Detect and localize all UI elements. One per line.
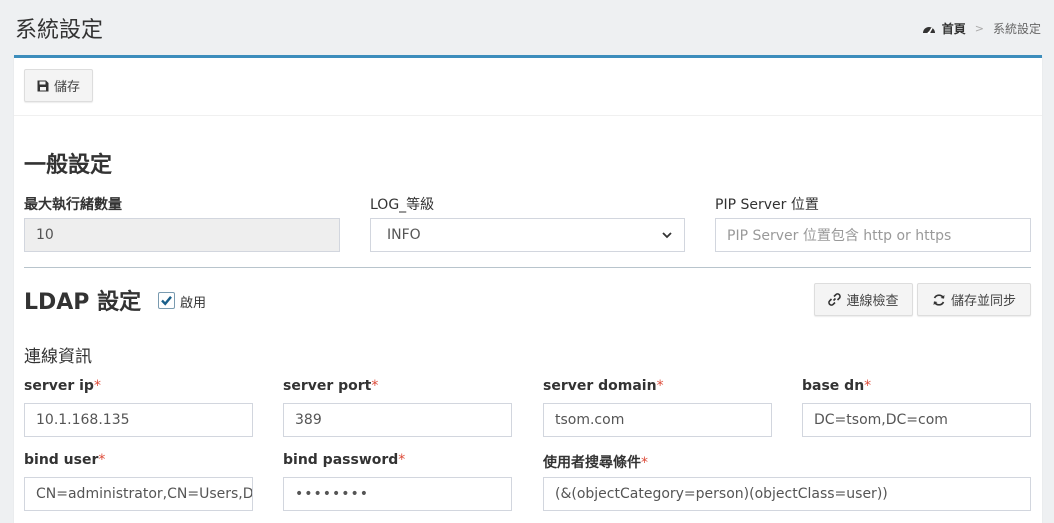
required-marker: * [98, 452, 106, 468]
general-section-title: 一般設定 [24, 153, 113, 178]
bind-user-value: CN=administrator,CN=Users,D [36, 486, 253, 502]
bind-password-label: bind password* [283, 452, 406, 468]
connection-check-label: 連線檢查 [846, 294, 899, 309]
server-port-label: server port* [283, 378, 379, 394]
server-ip-label: server ip* [24, 378, 101, 394]
user-filter-input[interactable]: (&(objectCategory=person)(objectClass=us… [543, 477, 1031, 511]
dashboard-icon [922, 23, 936, 35]
ldap-section-title: LDAP 設定 [24, 290, 142, 315]
server-port-input[interactable]: 389 [283, 403, 512, 437]
ldap-enabled-label: 啟用 [180, 296, 207, 311]
required-marker: * [641, 455, 648, 471]
pip-server-placeholder: PIP Server 位置包含 http or https [727, 228, 952, 244]
max-threads-label: 最大執行緒數量 [24, 197, 122, 213]
bind-password-value: •••••••• [295, 486, 370, 502]
connection-info-title: 連線資訊 [24, 347, 92, 367]
log-level-label: LOG_等級 [370, 197, 435, 213]
server-ip-value: 10.1.168.135 [36, 412, 130, 428]
server-domain-label: server domain* [543, 378, 664, 394]
server-domain-value: tsom.com [555, 412, 625, 428]
breadcrumb-home-link[interactable]: 首頁 [942, 20, 966, 37]
log-level-value: INFO [387, 227, 421, 243]
required-marker: * [656, 378, 664, 394]
breadcrumb: 首頁 > 系統設定 [922, 20, 1041, 37]
pip-server-label: PIP Server 位置 [715, 197, 819, 213]
checkmark-icon [161, 296, 172, 306]
required-marker: * [864, 378, 872, 394]
required-marker: * [371, 378, 379, 394]
ldap-enabled-checkbox[interactable] [158, 292, 175, 309]
bind-user-input[interactable]: CN=administrator,CN=Users,D [24, 477, 253, 511]
page-header: 系統設定 首頁 > 系統設定 [0, 0, 1054, 54]
settings-box: 儲存 一般設定 最大執行緒數量 10 LOG_等級 INFO PIP Serve… [14, 55, 1042, 523]
chevron-down-icon [662, 232, 672, 239]
max-threads-input: 10 [24, 218, 340, 252]
bind-user-label: bind user* [24, 452, 106, 468]
section-divider [24, 267, 1031, 268]
save-button-label: 儲存 [53, 80, 80, 95]
required-marker: * [398, 452, 406, 468]
save-and-sync-button[interactable]: 儲存並同步 [917, 283, 1031, 316]
link-icon [828, 293, 842, 306]
base-dn-input[interactable]: DC=tsom,DC=com [802, 403, 1031, 437]
save-button[interactable]: 儲存 [24, 69, 93, 102]
refresh-icon [933, 293, 945, 306]
pip-server-input[interactable]: PIP Server 位置包含 http or https [715, 218, 1031, 252]
required-marker: * [93, 378, 101, 394]
floppy-disk-icon [37, 80, 49, 91]
max-threads-value: 10 [36, 227, 54, 243]
log-level-select[interactable]: INFO [370, 218, 685, 252]
server-domain-input[interactable]: tsom.com [543, 403, 772, 437]
toolbar: 儲存 [14, 58, 1042, 116]
server-port-value: 389 [295, 412, 322, 428]
bind-password-input[interactable]: •••••••• [283, 477, 512, 511]
save-and-sync-label: 儲存並同步 [950, 294, 1016, 309]
user-filter-value: (&(objectCategory=person)(objectClass=us… [555, 486, 888, 502]
base-dn-value: DC=tsom,DC=com [814, 412, 948, 428]
connection-check-button[interactable]: 連線檢查 [814, 283, 913, 316]
user-filter-label: 使用者搜尋條件* [543, 455, 648, 471]
page-title: 系統設定 [15, 18, 104, 43]
base-dn-label: base dn* [802, 378, 872, 394]
breadcrumb-separator: > [974, 22, 984, 35]
breadcrumb-current: 系統設定 [992, 22, 1041, 36]
server-ip-input[interactable]: 10.1.168.135 [24, 403, 253, 437]
